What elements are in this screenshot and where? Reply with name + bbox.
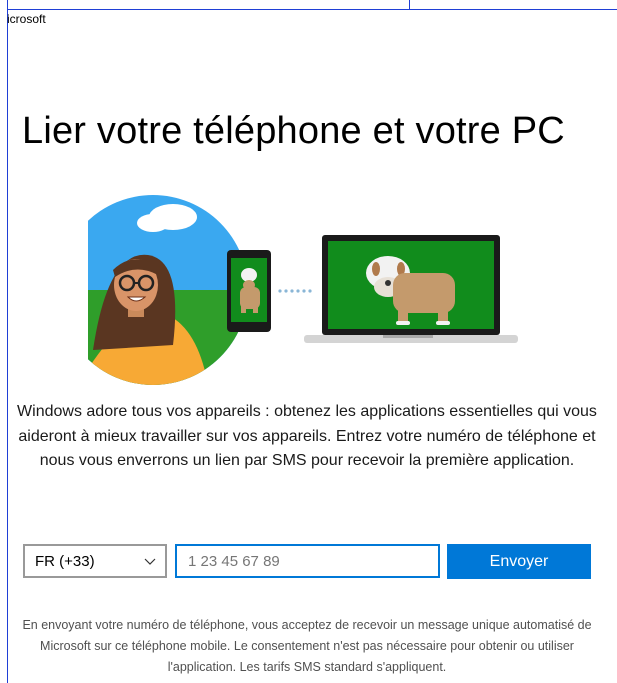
phone-pc-illustration	[88, 195, 518, 385]
phone-icon	[227, 250, 271, 332]
page-description: Windows adore tous vos appareils : obten…	[17, 403, 597, 469]
page-title: Lier votre téléphone et votre PC	[22, 110, 565, 152]
window-top-border	[7, 9, 617, 10]
connection-dots	[278, 289, 312, 293]
country-code-select[interactable]: FR (+33)	[23, 544, 167, 578]
sms-disclaimer: En envoyant votre numéro de téléphone, v…	[22, 618, 592, 674]
send-button[interactable]: Envoyer	[447, 544, 591, 579]
phone-number-input[interactable]	[175, 544, 440, 578]
window-left-border	[7, 0, 8, 683]
laptop-icon	[304, 235, 518, 343]
window-brand-text: icrosoft	[7, 12, 46, 26]
window-divider	[409, 0, 410, 10]
country-code-value: FR (+33)	[35, 553, 95, 570]
chevron-down-icon	[144, 558, 156, 565]
